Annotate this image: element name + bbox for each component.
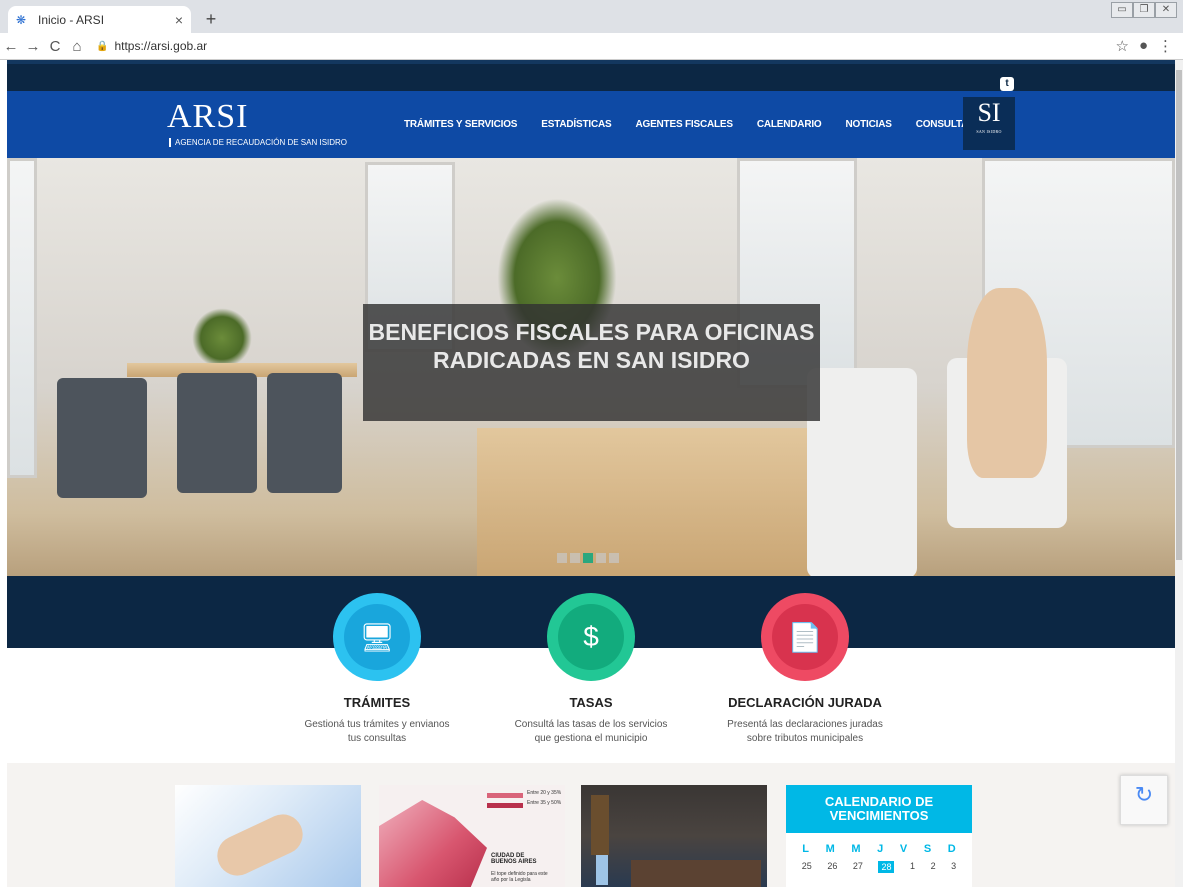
service-tasas[interactable]: $ TASAS Consultá las tasas de los servic…	[496, 593, 686, 746]
service-desc: Gestioná tus trámites y envianos tus cons…	[304, 719, 450, 744]
browser-tab[interactable]: ❋ Inicio - ARSI ×	[8, 6, 191, 33]
person-decor	[967, 288, 1047, 478]
hand-decor	[210, 807, 310, 883]
calendar-day[interactable]: 2	[931, 861, 936, 873]
nav-menu: TRÁMITES Y SERVICIOS ESTADÍSTICAS AGENTE…	[404, 119, 975, 130]
news-card-map[interactable]: Entre 20 y 35% Entre 35 y 50% CIUDAD DE …	[379, 785, 565, 887]
service-circle[interactable]: 📄	[761, 593, 849, 681]
chair-decor	[57, 378, 147, 498]
table-decor	[631, 860, 761, 887]
account-icon[interactable]: ●	[1139, 37, 1148, 55]
window-controls: ▭ ❐ ✕	[1111, 2, 1177, 18]
address-bar[interactable]: 🔒 https://arsi.gob.ar	[96, 39, 1115, 53]
tab-title: Inicio - ARSI	[38, 12, 105, 27]
flag-decor	[596, 855, 608, 885]
webpage: t ARSI AGENCIA DE RECAUDACIÓN DE SAN ISI…	[7, 60, 1175, 887]
hero-slider[interactable]: BENEFICIOS FISCALES PARA OFICINAS RADICA…	[7, 158, 1175, 576]
lock-icon: 🔒	[96, 40, 109, 52]
calendar-dates: 25 26 27 28 1 2 3	[786, 855, 972, 873]
arsi-logo[interactable]: ARSI	[167, 98, 248, 136]
forward-button[interactable]: →	[22, 38, 44, 55]
computer-icon: 🖥	[344, 604, 410, 670]
calendar-day[interactable]: 25	[802, 861, 812, 873]
document-pen-icon: 📄	[772, 604, 838, 670]
chair-decor	[177, 373, 257, 493]
home-button[interactable]: ⌂	[66, 38, 88, 55]
favicon-icon: ❋	[16, 12, 27, 27]
service-desc: Presentá las declaraciones juradas sobre …	[727, 719, 883, 744]
san-isidro-logo[interactable]: SI SAN ISIDRO	[963, 97, 1015, 150]
nav-noticias[interactable]: NOTICIAS	[846, 119, 892, 130]
service-circle[interactable]: $	[547, 593, 635, 681]
service-name[interactable]: DECLARACIÓN JURADA	[710, 695, 900, 710]
twitter-icon[interactable]: t	[1000, 77, 1014, 91]
slider-dots	[557, 553, 619, 563]
page-scrollbar[interactable]	[1175, 60, 1183, 887]
slider-dot[interactable]	[570, 553, 580, 563]
close-window-icon[interactable]: ✕	[1155, 2, 1177, 18]
nav-estadisticas[interactable]: ESTADÍSTICAS	[541, 119, 611, 130]
reload-button[interactable]: C	[44, 38, 66, 55]
nav-calendario[interactable]: CALENDARIO	[757, 119, 822, 130]
tab-close-icon[interactable]: ×	[175, 12, 183, 28]
browser-tabstrip: ❋ Inicio - ARSI × + ▭ ❐ ✕	[0, 0, 1183, 33]
office-chair-decor	[807, 368, 917, 576]
nav-agentes[interactable]: AGENTES FISCALES	[635, 119, 733, 130]
calendar-title[interactable]: CALENDARIO DE VENCIMIENTOS	[786, 785, 972, 833]
service-name[interactable]: TRÁMITES	[282, 695, 472, 710]
recaptcha-icon: ↻	[1134, 782, 1154, 807]
calendar-day[interactable]: 3	[951, 861, 956, 873]
calendar-day[interactable]: 1	[910, 861, 915, 873]
calendar-weekdays: LMMJVSD	[802, 843, 956, 855]
service-desc: Consultá las tasas de los servicios que g…	[514, 719, 668, 744]
window-decor	[7, 158, 37, 478]
hero-caption[interactable]: BENEFICIOS FISCALES PARA OFICINAS RADICA…	[363, 304, 820, 421]
top-strip: t	[7, 60, 1175, 91]
news-card-council[interactable]	[581, 785, 767, 887]
calendar-widget[interactable]: CALENDARIO DE VENCIMIENTOS LMMJVSD 25 26 …	[786, 785, 972, 887]
main-navbar: ARSI AGENCIA DE RECAUDACIÓN DE SAN ISIDR…	[7, 91, 1175, 158]
dollar-cycle-icon: $	[558, 604, 624, 670]
back-button[interactable]: ←	[0, 38, 22, 55]
restore-icon[interactable]: ❐	[1133, 2, 1155, 18]
browser-menu-icon[interactable]: ⋮	[1158, 37, 1173, 55]
news-card[interactable]	[175, 785, 361, 887]
plant-decor	[192, 308, 252, 368]
minimize-icon[interactable]: ▭	[1111, 2, 1133, 18]
scrollbar-thumb[interactable]	[1176, 70, 1182, 560]
calendar-day[interactable]: 26	[827, 861, 837, 873]
service-name[interactable]: TASAS	[496, 695, 686, 710]
bookmark-star-icon[interactable]: ☆	[1115, 37, 1128, 55]
logo-subtitle: AGENCIA DE RECAUDACIÓN DE SAN ISIDRO	[169, 138, 347, 147]
browser-toolbar: ← → C ⌂ 🔒 https://arsi.gob.ar ☆ ● ⋮	[0, 33, 1183, 60]
calendar-day[interactable]: 27	[853, 861, 863, 873]
new-tab-button[interactable]: +	[200, 8, 222, 30]
slider-dot-active[interactable]	[583, 553, 593, 563]
slider-dot[interactable]	[609, 553, 619, 563]
service-circle[interactable]: 🖥	[333, 593, 421, 681]
chair-decor	[267, 373, 342, 493]
slider-dot[interactable]	[596, 553, 606, 563]
recaptcha-badge[interactable]: ↻	[1120, 775, 1168, 825]
nav-tramites[interactable]: TRÁMITES Y SERVICIOS	[404, 119, 517, 130]
slider-dot[interactable]	[557, 553, 567, 563]
calendar-day-today[interactable]: 28	[878, 861, 895, 873]
news-section: Entre 20 y 35% Entre 35 y 50% CIUDAD DE …	[7, 763, 1175, 887]
service-declaracion[interactable]: 📄 DECLARACIÓN JURADA Presentá las declar…	[710, 593, 900, 746]
service-tramites[interactable]: 🖥 TRÁMITES Gestioná tus trámites y envia…	[282, 593, 472, 746]
map-graphic	[379, 800, 487, 887]
url-text: https://arsi.gob.ar	[114, 39, 208, 53]
